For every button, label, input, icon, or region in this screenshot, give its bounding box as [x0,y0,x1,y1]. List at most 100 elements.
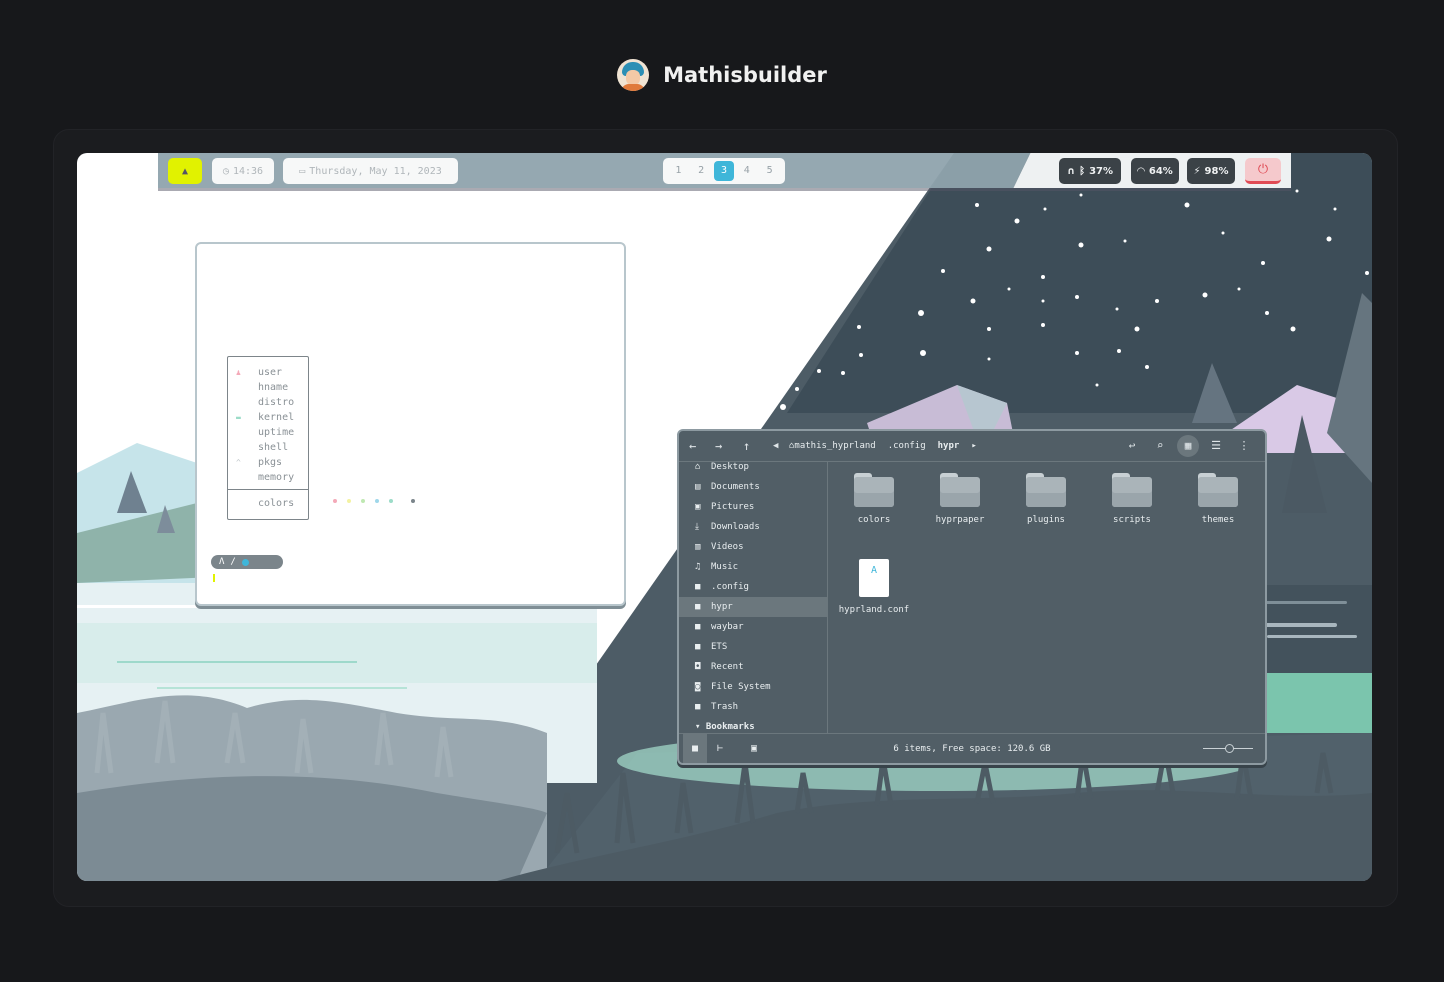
folder-icon [1198,473,1238,507]
folder-icon: ■ [695,642,701,652]
file-manager-tools: ↩ ⌕ ▦ ☰ ⋮ [1121,435,1255,457]
color-palette [333,499,415,503]
trash-icon: ■ [695,702,701,712]
sidebar-item-trash[interactable]: ■ Trash [679,697,827,717]
palette-dot [375,499,379,503]
sidebar-item-label: hypr [711,602,733,612]
clock-widget[interactable]: ◷ 14:36 [212,158,274,184]
clock-icon: ◷ [222,165,229,177]
sidebar-item-hypr[interactable]: ■ hypr [679,597,827,617]
bluetooth-status[interactable]: ∩ ᛒ 37% [1059,158,1121,184]
forward-arrow-icon[interactable]: → [715,431,722,461]
sidebar-item-recent[interactable]: ◘ Recent [679,657,827,677]
fetch-label: uptime [258,427,295,438]
prompt-dot-icon [241,558,249,566]
workspace-4[interactable]: 4 [737,161,757,181]
item-label: colors [857,515,891,525]
sidebar-item-documents[interactable]: ▤ Documents [679,477,827,497]
file-manager-window[interactable]: ← → ↑ ◀ ⌂mathis_hyprland .config hypr ▸ … [677,429,1267,765]
folder-item-plugins[interactable]: plugins [1003,461,1089,525]
sidebar-item-pictures[interactable]: ▣ Pictures [679,497,827,517]
grid-view-icon[interactable]: ▦ [1177,435,1199,457]
status-text: 6 items, Free space: 120.6 GB [893,744,1051,754]
search-icon[interactable]: ⌕ [1149,435,1171,457]
folder-icon [940,473,980,507]
menu-icon[interactable]: ⋮ [1233,435,1255,457]
sidebar-item-label: Videos [711,542,744,552]
breadcrumb-right-icon[interactable]: ▸ [971,431,976,461]
zoom-slider[interactable] [1203,744,1253,753]
item-label: themes [1201,515,1235,525]
list-view-icon[interactable]: ☰ [1205,435,1227,457]
folder-item-colors[interactable]: colors [831,461,917,525]
zoom-slider-handle[interactable] [1225,744,1234,753]
sidebar-item-filesystem[interactable]: ◙ File System [679,677,827,697]
sidebar-group-bookmarks[interactable]: ▾ Bookmarks [679,717,827,733]
sidebar-item-label: Desktop [711,462,749,472]
sidebar-item-label: Trash [711,702,739,712]
breadcrumb-left-icon[interactable]: ◀ [773,431,778,461]
sidebar-item-config[interactable]: ■ .config [679,577,827,597]
sidebar-item-music[interactable]: ♫ Music [679,557,827,577]
workspace-2[interactable]: 2 [691,161,711,181]
sidebar-item-waybar[interactable]: ■ waybar [679,617,827,637]
folder-icon [854,473,894,507]
sidebar-item-videos[interactable]: ▥ Videos [679,537,827,557]
recent-icon: ◘ [695,662,701,672]
workspace-3[interactable]: 3 [713,161,734,181]
redo-icon[interactable]: ↩ [1121,435,1143,457]
breadcrumb-item[interactable]: .config [888,431,926,461]
breadcrumb-item[interactable]: ⌂mathis_hyprland [789,431,876,461]
shell-prompt: Λ / [211,555,283,569]
battery-status[interactable]: ⚡ 98% [1187,158,1235,184]
launcher-button[interactable]: ▲ [168,158,202,184]
folder-icon [1026,473,1066,507]
sidebar-item-desktop[interactable]: ⌂ Desktop [679,461,827,477]
sidebar-item-label: waybar [711,622,744,632]
folder-icon: ■ [695,582,701,592]
sidebar-item-downloads[interactable]: ⤓ Downloads [679,517,827,537]
terminal-window[interactable]: ♟ user hname distro ▬ kernel uptime shell … [195,242,626,606]
wifi-value: 64% [1148,165,1173,177]
item-label: hyprland.conf [838,605,910,615]
fetch-row: shell [228,440,308,455]
folder-item-themes[interactable]: themes [1175,461,1261,525]
desktop-screenshot: ▲ ◷ 14:36 ▭ Thursday, May 11, 2023 1 2 3… [77,153,1372,881]
date-widget[interactable]: ▭ Thursday, May 11, 2023 [283,158,458,184]
battery-icon: ⚡ [1193,165,1201,177]
breadcrumb-item[interactable]: hypr [938,431,960,461]
fetch-label: shell [258,442,289,453]
folder-icon [1112,473,1152,507]
workspace-1[interactable]: 1 [668,161,688,181]
file-item-hyprland-conf[interactable]: A hyprland.conf [831,551,917,615]
bluetooth-icon: ᛒ [1079,165,1086,177]
wifi-status[interactable]: ◠ 64% [1131,158,1179,184]
sidebar-item-label: File System [711,682,771,692]
power-icon: ⏻ [1257,162,1269,177]
back-arrow-icon[interactable]: ← [689,431,696,461]
power-button[interactable]: ⏻ [1245,158,1281,184]
home-icon: ⌂ [695,462,701,472]
file-icon: A [859,559,889,597]
item-label: hyprpaper [935,515,985,525]
sidebar-item-ets[interactable]: ■ ETS [679,637,827,657]
workspace-5[interactable]: 5 [760,161,780,181]
palette-dot [333,499,337,503]
file-grid: colors hyprpaper plugins scripts themes … [829,461,1265,733]
headphones-icon: ∩ [1066,165,1076,177]
folder-item-hyprpaper[interactable]: hyprpaper [917,461,1003,525]
sidebar-item-label: Downloads [711,522,760,532]
image-icon: ▣ [695,502,701,512]
folder-item-scripts[interactable]: scripts [1089,461,1175,525]
fetch-label: distro [258,397,295,408]
clock-time: 14:36 [232,165,264,177]
palette-dot [411,499,415,503]
up-arrow-icon[interactable]: ↑ [743,431,750,461]
fetch-label: memory [258,472,295,483]
kernel-icon: ▬ [236,413,241,422]
fetch-label: user [258,367,283,378]
fetch-divider [228,489,308,490]
document-icon: ▤ [695,482,701,492]
folder-icon: ■ [695,602,701,612]
fetch-row: ♟ user [228,365,308,380]
